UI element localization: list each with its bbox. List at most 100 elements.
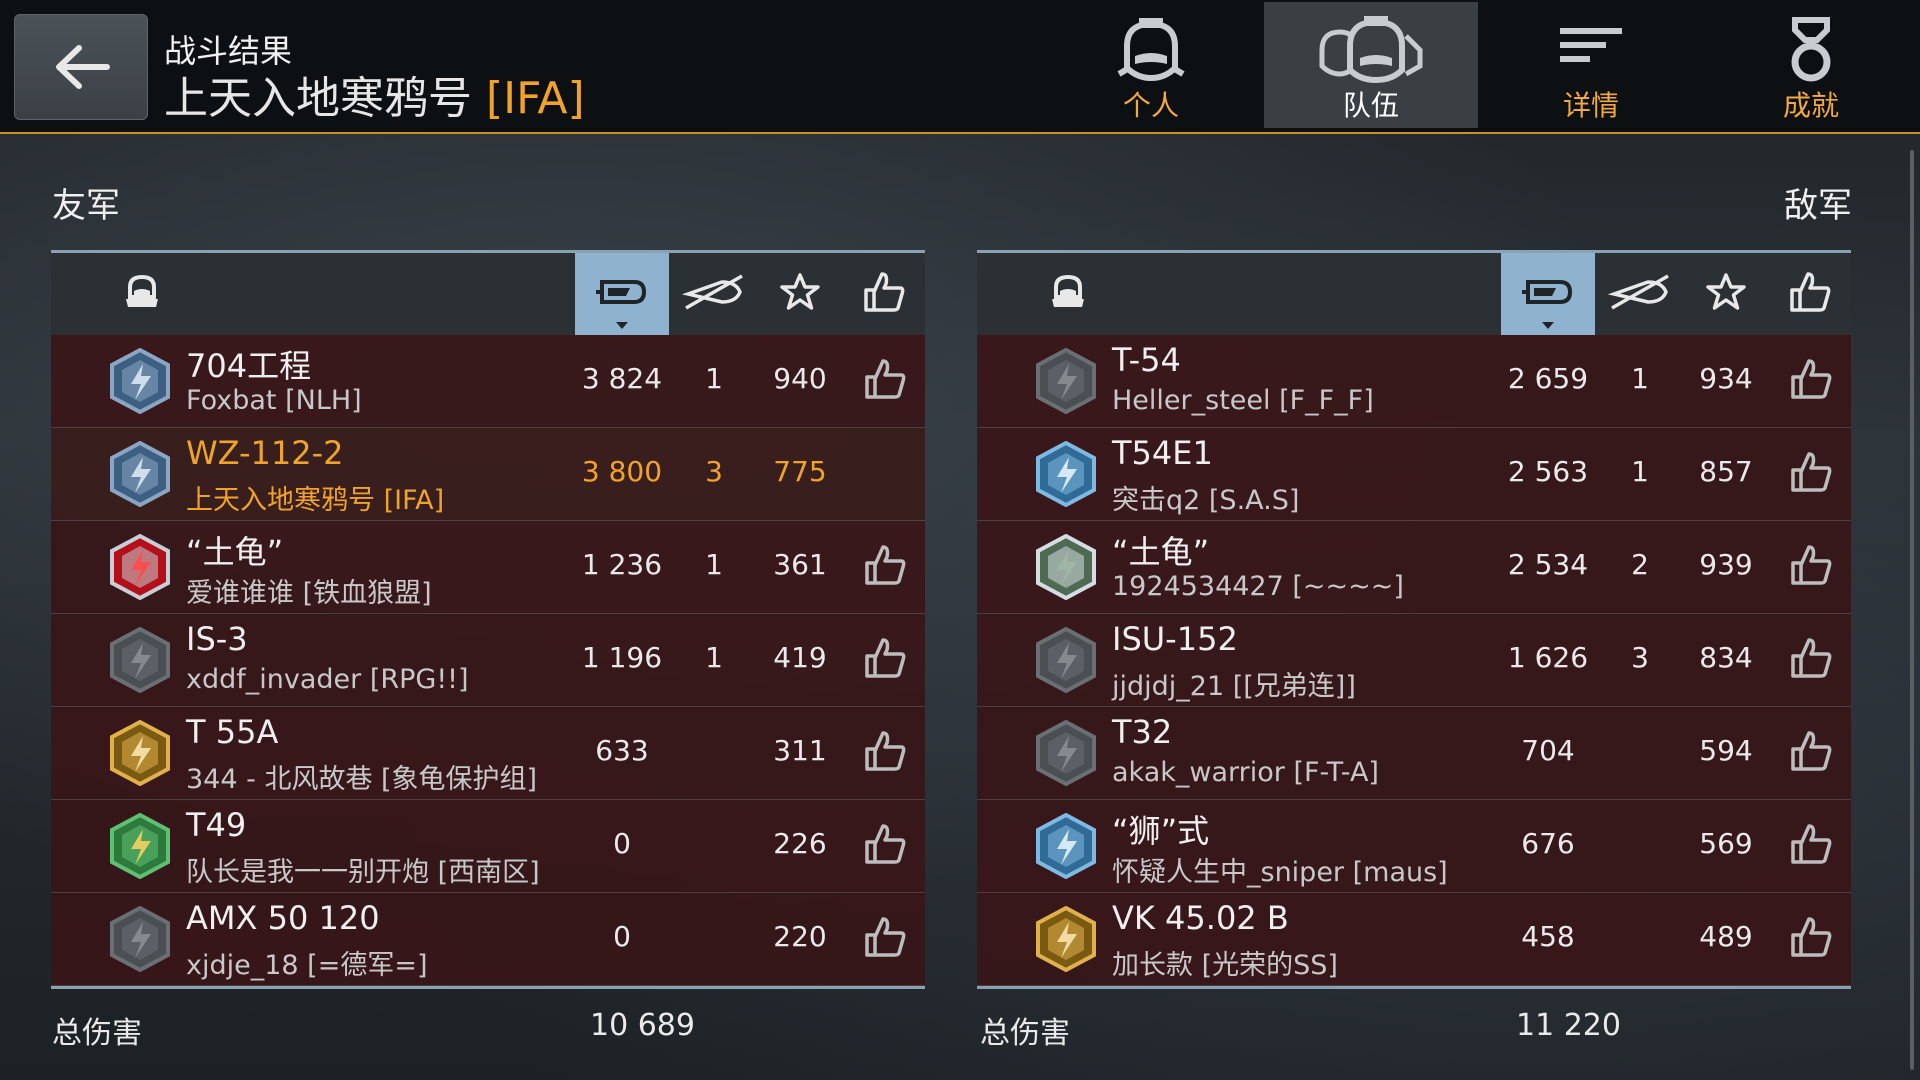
tank-name: AMX 50 120 xyxy=(186,899,380,937)
scrollbar[interactable] xyxy=(1910,150,1914,1070)
experience-star-icon xyxy=(780,272,820,316)
tank-icon xyxy=(1048,273,1088,315)
tank-name: 704工程 xyxy=(186,347,312,385)
like-icon[interactable] xyxy=(863,543,909,589)
table-row[interactable]: ISU-152 jjdjdj_21 [[兄弟连]] 1 626 3 834 xyxy=(977,614,1851,707)
divider xyxy=(977,986,1851,989)
like-icon[interactable] xyxy=(1789,636,1835,682)
player-name: 344 - 北风故巷 [象龟保护组] xyxy=(186,764,538,795)
allies-column-tank xyxy=(101,253,183,335)
tab-team-label: 队伍 xyxy=(1342,89,1399,122)
tab-team[interactable]: 队伍 xyxy=(1264,2,1478,128)
tier-gold-icon xyxy=(1033,905,1099,973)
like-icon[interactable] xyxy=(863,822,909,868)
damage-value: 458 xyxy=(1521,920,1575,953)
kills-value: 1 xyxy=(1631,455,1649,488)
enemies-column-experience-star[interactable] xyxy=(1683,253,1769,335)
table-row[interactable]: T49 队长是我一一别开炮 [西南区] 0 226 xyxy=(51,800,925,893)
xp-value: 857 xyxy=(1699,455,1753,488)
like-icon[interactable] xyxy=(863,636,909,682)
tank-name: “土龟” xyxy=(1112,533,1210,571)
xp-value: 226 xyxy=(773,827,827,860)
like-icon[interactable] xyxy=(863,357,909,403)
tab-personal[interactable]: 个人 xyxy=(1044,2,1258,128)
player-name: 爱谁谁谁 [铁血狼盟] xyxy=(186,578,432,609)
enemies-column-kills[interactable] xyxy=(1597,253,1683,335)
table-row[interactable]: IS-3 xddf_invader [RPG!!] 1 196 1 419 xyxy=(51,614,925,707)
tab-personal-label: 个人 xyxy=(1122,89,1179,122)
tier-gray-icon xyxy=(107,905,173,973)
tank-name: T32 xyxy=(1112,713,1173,751)
player-name: xjdje_18 [=德军=] xyxy=(186,950,428,981)
xp-value: 939 xyxy=(1699,548,1753,581)
table-row[interactable]: T32 akak_warrior [F-T-A] 704 594 xyxy=(977,707,1851,800)
player-name: 突击q2 [S.A.S] xyxy=(1112,485,1300,516)
allies-column-kills[interactable] xyxy=(671,253,757,335)
xp-value: 775 xyxy=(773,455,827,488)
tab-achievements[interactable]: 成就 xyxy=(1704,2,1918,128)
kills-value: 3 xyxy=(705,455,723,488)
player-name: 上天入地寒鸦号 [IFA] xyxy=(186,485,445,516)
player-name-title: 上天入地寒鸦号 xyxy=(164,73,472,124)
enemies-column-damage[interactable] xyxy=(1501,253,1595,335)
kills-value: 3 xyxy=(1631,641,1649,674)
table-row[interactable]: WZ-112-2 上天入地寒鸦号 [IFA] 3 800 3 775 xyxy=(51,428,925,521)
damage-value: 633 xyxy=(595,734,649,767)
table-row[interactable]: 704工程 Foxbat [NLH] 3 824 1 940 xyxy=(51,335,925,428)
allies-panel: 704工程 Foxbat [NLH] 3 824 1 940 WZ-112-2 上天入地寒鸦… xyxy=(51,250,925,989)
allies-total-value: 10 689 xyxy=(590,1008,695,1043)
tank-name: VK 45.02 B xyxy=(1112,899,1289,937)
tier-gray-icon xyxy=(1033,347,1099,415)
table-row[interactable]: “土龟” 1924534427 [~~~~] 2 534 2 939 xyxy=(977,521,1851,614)
table-row[interactable]: VK 45.02 B 加长款 [光荣的SS] 458 489 xyxy=(977,893,1851,986)
tab-achievements-label: 成就 xyxy=(1782,89,1839,122)
like-icon[interactable] xyxy=(1789,543,1835,589)
table-row[interactable]: “土龟” 爱谁谁谁 [铁血狼盟] 1 236 1 361 xyxy=(51,521,925,614)
tier-green-icon xyxy=(107,812,173,880)
allies-title: 友军 xyxy=(52,186,120,226)
back-button[interactable] xyxy=(14,14,148,120)
like-icon[interactable] xyxy=(863,915,909,961)
allies-column-damage[interactable] xyxy=(575,253,669,335)
xp-value: 311 xyxy=(773,734,827,767)
tier-red-icon xyxy=(107,533,173,601)
player-name: 1924534427 [~~~~] xyxy=(1112,571,1404,602)
tank-name: “土龟” xyxy=(186,533,284,571)
tank-name: T 55A xyxy=(186,713,279,751)
enemies-total-label: 总伤害 xyxy=(980,1016,1070,1051)
player-name: jjdjdj_21 [[兄弟连]] xyxy=(1112,671,1356,702)
table-row[interactable]: AMX 50 120 xjdje_18 [=德军=] 0 220 xyxy=(51,893,925,986)
damage-value: 3 824 xyxy=(581,362,663,395)
allies-column-like[interactable] xyxy=(843,253,925,335)
like-icon[interactable] xyxy=(1789,450,1835,496)
like-icon[interactable] xyxy=(1789,357,1835,403)
kills-value: 1 xyxy=(1631,362,1649,395)
enemies-panel: T-54 Heller_steel [F_F_F] 2 659 1 934 T54E1 突击… xyxy=(977,250,1851,989)
like-icon[interactable] xyxy=(1789,729,1835,775)
table-row[interactable]: T54E1 突击q2 [S.A.S] 2 563 1 857 xyxy=(977,428,1851,521)
enemies-title: 敌军 xyxy=(1784,186,1852,226)
personal-helmet-icon xyxy=(1117,18,1185,82)
damage-value: 3 800 xyxy=(581,455,663,488)
tank-icon xyxy=(122,273,162,315)
allies-table-header xyxy=(51,250,925,335)
allies-column-experience-star[interactable] xyxy=(757,253,843,335)
tier-gray-icon xyxy=(107,626,173,694)
enemies-column-like[interactable] xyxy=(1769,253,1851,335)
damage-value: 2 659 xyxy=(1507,362,1589,395)
player-name: 队长是我一一别开炮 [西南区] xyxy=(186,857,540,888)
like-icon xyxy=(862,270,906,318)
divider xyxy=(51,986,925,989)
sort-indicator-icon xyxy=(616,322,628,329)
damage-value: 0 xyxy=(613,827,631,860)
tab-details[interactable]: 详情 xyxy=(1484,2,1698,128)
like-icon[interactable] xyxy=(1789,915,1835,961)
table-row[interactable]: T 55A 344 - 北风故巷 [象龟保护组] 633 311 xyxy=(51,707,925,800)
details-lines-icon xyxy=(1560,28,1622,62)
table-row[interactable]: T-54 Heller_steel [F_F_F] 2 659 1 934 xyxy=(977,335,1851,428)
table-row[interactable]: “狮”式 怀疑人生中_sniper [maus] 676 569 xyxy=(977,800,1851,893)
like-icon[interactable] xyxy=(863,729,909,775)
like-icon[interactable] xyxy=(1789,822,1835,868)
tank-name: ISU-152 xyxy=(1112,620,1238,658)
damage-icon xyxy=(1520,272,1576,316)
